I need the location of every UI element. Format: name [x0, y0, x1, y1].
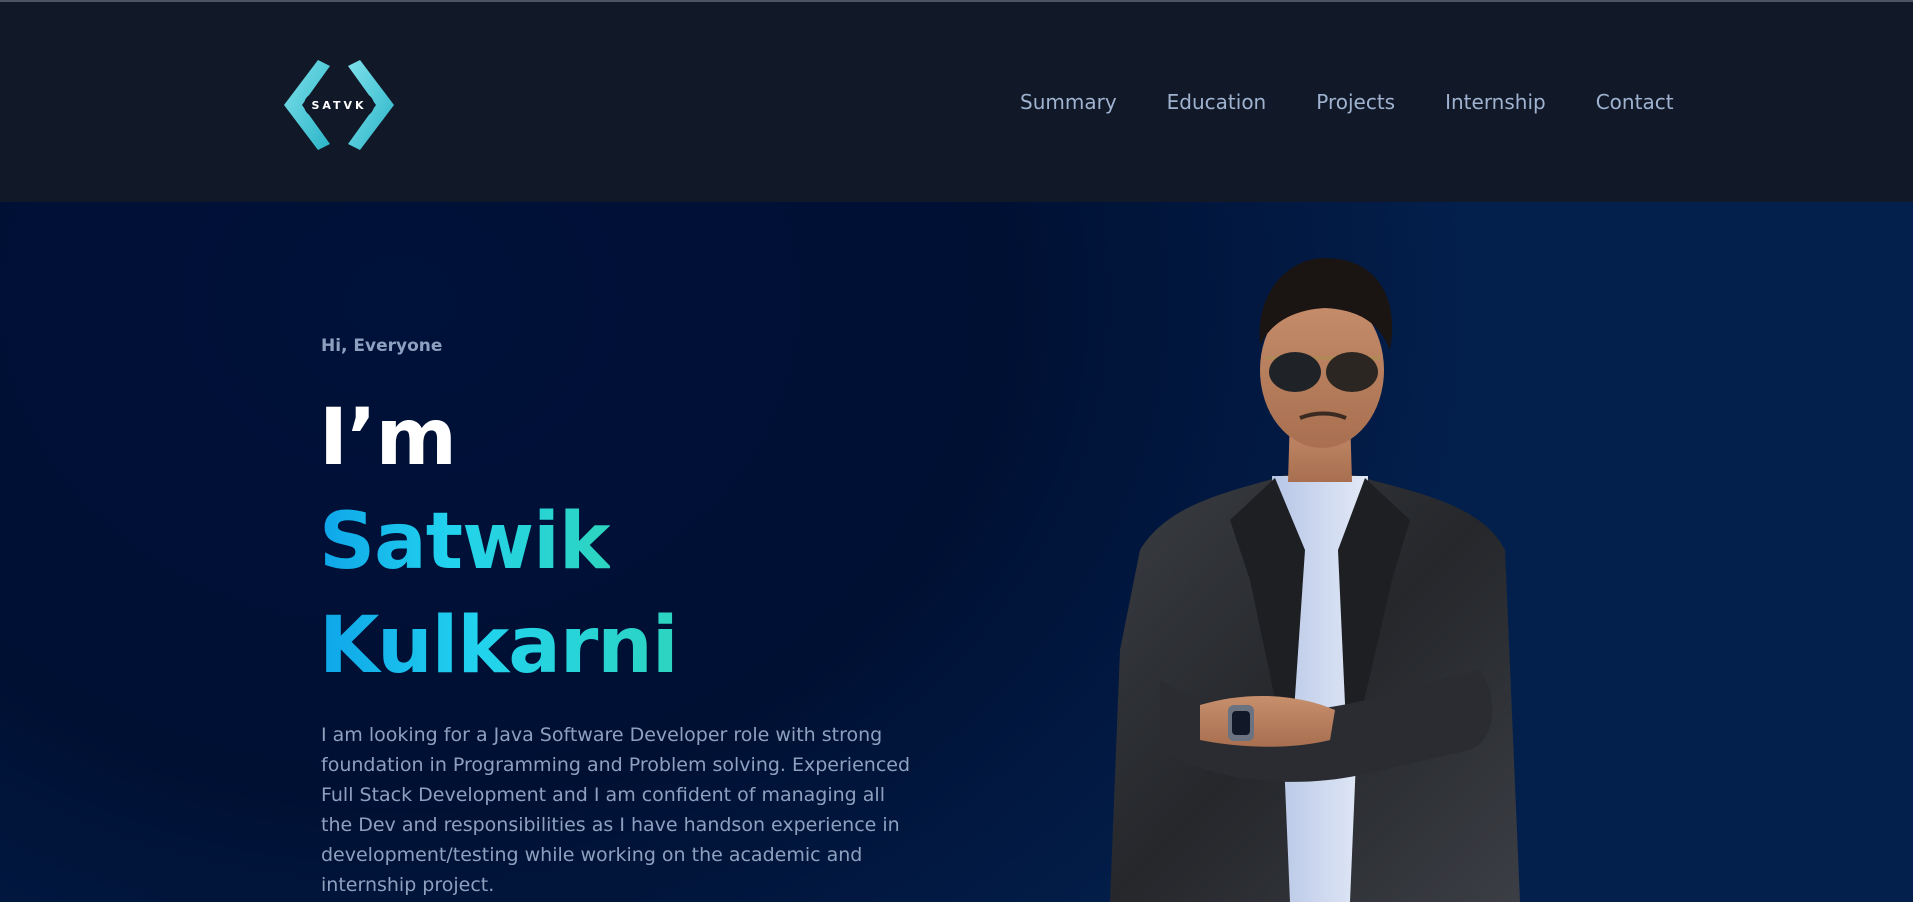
hero-description: I am looking for a Java Software Develop…: [321, 724, 911, 896]
logo-text: SATVK: [311, 99, 366, 112]
satvk-logo[interactable]: SATVK: [280, 60, 398, 150]
hero-section: Hi, Everyone I’m Satwik Kulkarni I am lo…: [0, 202, 1913, 902]
profile-photo: [1100, 250, 1540, 902]
nav-contact[interactable]: Contact: [1596, 90, 1674, 114]
nav-projects[interactable]: Projects: [1316, 90, 1395, 114]
hero-greeting: Hi, Everyone: [321, 336, 443, 356]
hero-last-name: Kulkarni: [319, 596, 679, 696]
nav-education[interactable]: Education: [1167, 90, 1267, 114]
nav-internship[interactable]: Internship: [1445, 90, 1546, 114]
hero-first-name: Satwik: [319, 492, 611, 592]
main-nav: Summary Education Projects Internship Co…: [1020, 90, 1674, 114]
site-header: SATVK Summary Education Projects Interns…: [0, 2, 1913, 202]
hero-intro: I’m: [319, 393, 457, 483]
nav-summary[interactable]: Summary: [1020, 90, 1117, 114]
